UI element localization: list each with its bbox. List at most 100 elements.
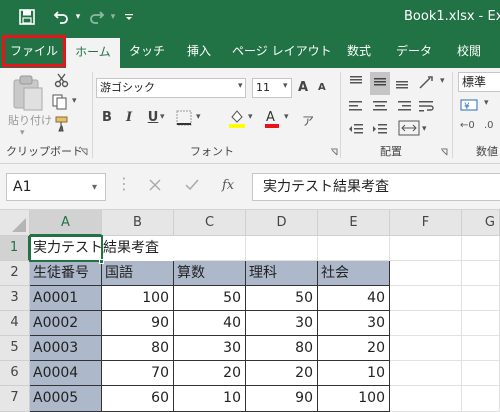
- cell-f6[interactable]: [390, 361, 462, 386]
- row-header-2[interactable]: 2: [0, 261, 30, 286]
- cell-g2[interactable]: [462, 261, 500, 286]
- cell-c4[interactable]: 40: [174, 311, 246, 336]
- column-header-g[interactable]: G: [462, 210, 500, 236]
- column-header-a[interactable]: A: [30, 210, 102, 236]
- tab-formulas[interactable]: 数式: [338, 34, 380, 68]
- cell-a7[interactable]: A0005: [30, 386, 102, 412]
- undo-dropdown-icon[interactable]: ▾: [72, 0, 84, 34]
- cell-c2[interactable]: 算数: [174, 261, 246, 286]
- cell-d6[interactable]: 20: [246, 361, 318, 386]
- cell-a6[interactable]: A0004: [30, 361, 102, 386]
- wrap-text-icon[interactable]: [418, 98, 436, 117]
- undo-icon[interactable]: [50, 0, 72, 34]
- column-header-f[interactable]: F: [390, 210, 462, 236]
- clipboard-launcher-icon[interactable]: [80, 145, 88, 159]
- cell-a1[interactable]: 実力テスト結果考査: [30, 236, 159, 261]
- column-header-d[interactable]: D: [246, 210, 318, 236]
- paste-dropdown-icon[interactable]: ▾: [20, 128, 25, 138]
- cell-e6[interactable]: 10: [318, 361, 390, 386]
- grow-font-icon[interactable]: A: [298, 80, 308, 95]
- cell-g6[interactable]: [462, 361, 500, 386]
- align-middle-icon[interactable]: [370, 72, 390, 95]
- cell-e7[interactable]: 100: [318, 386, 390, 412]
- cell-c3[interactable]: 50: [174, 286, 246, 311]
- currency-dropdown-icon[interactable]: ▾: [484, 98, 489, 108]
- bold-button[interactable]: B: [100, 110, 114, 125]
- name-box[interactable]: A1: [6, 173, 106, 201]
- cell-d2[interactable]: 理科: [246, 261, 318, 286]
- currency-format-icon[interactable]: ¥: [460, 98, 482, 115]
- cell-b7[interactable]: 60: [102, 386, 174, 412]
- cell-e2[interactable]: 社会: [318, 261, 390, 286]
- row-header-1[interactable]: 1: [0, 236, 30, 261]
- cell-e5[interactable]: 20: [318, 336, 390, 361]
- italic-button[interactable]: I: [122, 110, 136, 125]
- tab-file[interactable]: ファイル: [2, 35, 66, 67]
- cell-e1[interactable]: [318, 236, 390, 261]
- borders-icon[interactable]: [176, 110, 192, 129]
- cell-b2[interactable]: 国語: [102, 261, 174, 286]
- cell-g1[interactable]: [462, 236, 500, 261]
- row-header-3[interactable]: 3: [0, 286, 30, 311]
- paste-label[interactable]: 貼り付け: [8, 112, 52, 128]
- row-header-6[interactable]: 6: [0, 361, 30, 386]
- align-left-icon[interactable]: [348, 98, 364, 117]
- cell-c5[interactable]: 30: [174, 336, 246, 361]
- copy-dropdown-icon[interactable]: ▾: [72, 96, 77, 106]
- merge-dropdown-icon[interactable]: ▾: [422, 124, 427, 134]
- cell-a3[interactable]: A0001: [30, 286, 102, 311]
- name-box-dropdown-icon[interactable]: ▾: [92, 182, 97, 193]
- decrease-indent-icon[interactable]: [348, 122, 364, 139]
- font-launcher-icon[interactable]: [330, 145, 338, 159]
- align-bottom-icon[interactable]: [394, 74, 410, 93]
- font-color-dropdown-icon[interactable]: ▾: [284, 112, 289, 122]
- font-color-icon[interactable]: A: [264, 108, 280, 131]
- column-header-c[interactable]: C: [174, 210, 246, 236]
- tab-touch[interactable]: タッチ: [124, 34, 170, 68]
- cell-f5[interactable]: [390, 336, 462, 361]
- font-name-dropdown-icon[interactable]: ▾: [238, 81, 243, 91]
- cut-icon[interactable]: [54, 72, 70, 91]
- cell-e3[interactable]: 40: [318, 286, 390, 311]
- fill-handle[interactable]: [99, 259, 104, 264]
- merge-center-icon[interactable]: [398, 120, 420, 139]
- fill-color-icon[interactable]: [228, 108, 246, 131]
- orientation-icon[interactable]: [418, 74, 436, 93]
- row-header-7[interactable]: 7: [0, 386, 30, 412]
- cell-a2[interactable]: 生徒番号: [30, 261, 102, 286]
- cell-f4[interactable]: [390, 311, 462, 336]
- cell-g7[interactable]: [462, 386, 500, 412]
- increase-decimal-icon[interactable]: ←0: [460, 120, 475, 131]
- underline-dropdown-icon[interactable]: ▾: [160, 112, 165, 122]
- font-size-dropdown-icon[interactable]: ▾: [283, 81, 288, 91]
- cell-d4[interactable]: 30: [246, 311, 318, 336]
- number-format-box[interactable]: 標準: [458, 72, 500, 92]
- tab-home[interactable]: ホーム: [66, 38, 120, 68]
- cell-g4[interactable]: [462, 311, 500, 336]
- decrease-decimal-icon[interactable]: .0: [484, 120, 494, 131]
- cell-f1[interactable]: [390, 236, 462, 261]
- shrink-font-icon[interactable]: A: [318, 82, 326, 93]
- orientation-dropdown-icon[interactable]: ▾: [440, 76, 445, 86]
- cell-c6[interactable]: 20: [174, 361, 246, 386]
- cell-c7[interactable]: 10: [174, 386, 246, 412]
- cell-d3[interactable]: 50: [246, 286, 318, 311]
- borders-dropdown-icon[interactable]: ▾: [196, 112, 201, 122]
- cell-d5[interactable]: 80: [246, 336, 318, 361]
- column-header-b[interactable]: B: [102, 210, 174, 236]
- insert-function-icon[interactable]: fx: [222, 178, 234, 193]
- cell-d7[interactable]: 90: [246, 386, 318, 412]
- cell-f3[interactable]: [390, 286, 462, 311]
- cell-f7[interactable]: [390, 386, 462, 412]
- increase-indent-icon[interactable]: [372, 122, 388, 139]
- format-painter-icon[interactable]: [54, 116, 70, 135]
- row-header-4[interactable]: 4: [0, 311, 30, 336]
- cell-g3[interactable]: [462, 286, 500, 311]
- align-center-icon[interactable]: [372, 98, 388, 117]
- tab-insert[interactable]: 挿入: [178, 34, 220, 68]
- customize-qat-icon[interactable]: [122, 0, 136, 34]
- fill-color-dropdown-icon[interactable]: ▾: [248, 112, 253, 122]
- underline-button[interactable]: U: [146, 110, 160, 125]
- cell-g5[interactable]: [462, 336, 500, 361]
- formula-bar-resize-icon[interactable]: ⋮: [116, 174, 133, 193]
